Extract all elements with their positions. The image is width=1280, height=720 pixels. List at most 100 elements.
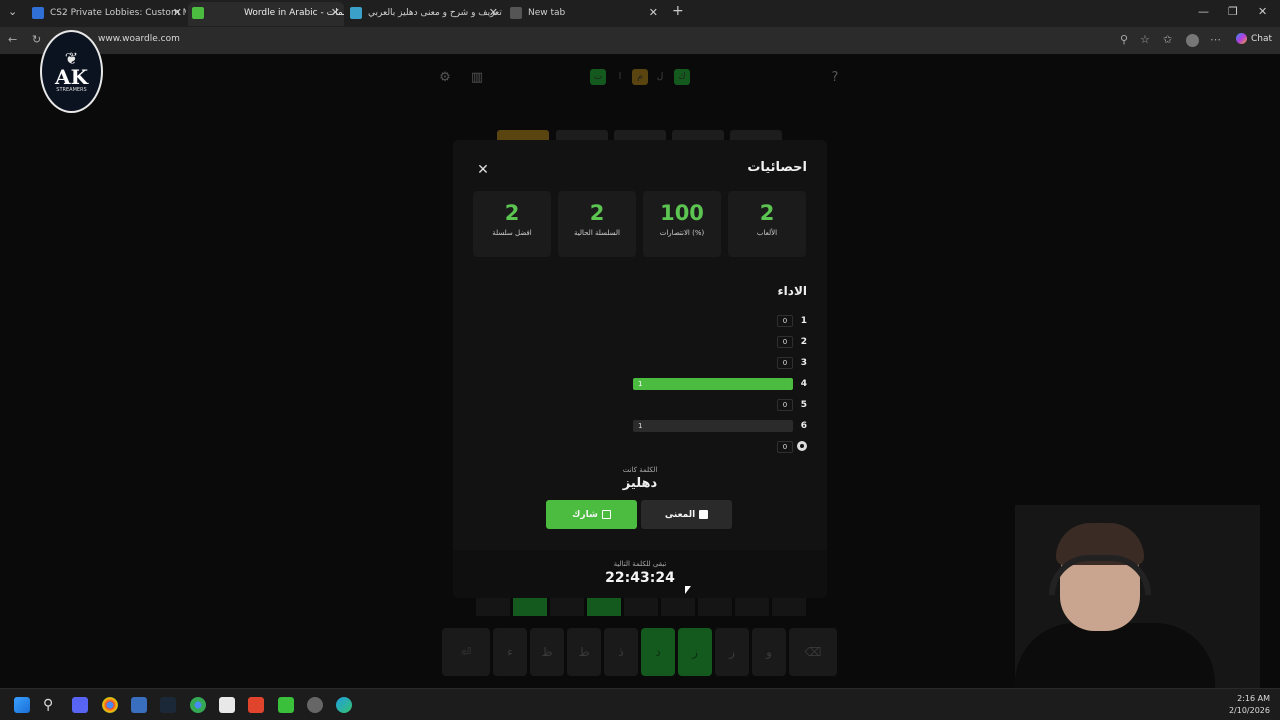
copilot-icon (1235, 33, 1247, 44)
distribution-bar: 1 (633, 420, 793, 432)
keyboard-key[interactable]: ر (715, 628, 749, 676)
chrome-profile-icon[interactable] (190, 697, 206, 713)
logo-tile: ا (618, 72, 622, 82)
keyboard-key[interactable]: و (752, 628, 786, 676)
back-icon[interactable]: ← (8, 33, 17, 46)
eye-icon (797, 441, 807, 451)
url-field[interactable]: www.woardle.com (98, 34, 180, 44)
restore-icon[interactable]: ❐ (1228, 5, 1238, 18)
stat-games: 2 الألعاب (728, 191, 806, 257)
search-icon[interactable]: ⚲ (43, 697, 59, 713)
next-word-label: تبقى للكلمة التالية (613, 560, 667, 568)
browser-tab-strip: ⌄ CS2 Private Lobbies: Custom Mat ✕ Word… (0, 0, 1280, 27)
close-icon[interactable]: ✕ (331, 2, 340, 24)
tab-title: CS2 Private Lobbies: Custom Mat (50, 8, 186, 18)
new-tab-favicon-icon (510, 7, 522, 19)
tab-meaning[interactable]: تعريف و شرح و معنى دهليز بالعربي ✕ (346, 2, 502, 26)
brave-icon[interactable] (248, 697, 264, 713)
distribution-row: 41 (627, 377, 807, 391)
reload-icon[interactable]: ↻ (32, 33, 41, 46)
tab-cs2[interactable]: CS2 Private Lobbies: Custom Mat ✕ (28, 2, 186, 26)
distribution-bar: 0 (777, 399, 793, 411)
keyboard-key[interactable]: ذ (604, 628, 638, 676)
discord-icon[interactable] (72, 697, 88, 713)
more-icon[interactable]: ⋯ (1210, 33, 1221, 46)
browser-favicon-icon (32, 7, 44, 19)
site-favicon-icon (350, 7, 362, 19)
close-icon[interactable]: ✕ (649, 2, 658, 24)
distribution-track: 0 (633, 315, 793, 327)
guess-number: 5 (800, 400, 807, 410)
keyboard-key[interactable]: ⏎ (442, 628, 490, 676)
minimize-icon[interactable]: — (1198, 5, 1209, 18)
app-icon[interactable] (307, 697, 323, 713)
logo-text: AK (55, 64, 88, 89)
play-icon[interactable] (278, 697, 294, 713)
windows-start-icon[interactable] (14, 697, 30, 713)
keyboard-key[interactable]: ⌫ (789, 628, 837, 676)
settings-gear-icon[interactable]: ⚙ (437, 70, 453, 86)
streamer-body (1015, 623, 1215, 693)
stats-chart-icon[interactable]: ▥ (469, 70, 485, 86)
help-icon[interactable]: ? (827, 70, 843, 86)
close-window-icon[interactable]: ✕ (1258, 5, 1267, 18)
distribution-bar: 0 (777, 357, 793, 369)
guess-number: 4 (800, 379, 807, 389)
guess-number: 3 (800, 358, 807, 368)
distribution-bar: 0 (777, 315, 793, 327)
wordle-favicon-icon (192, 7, 204, 19)
clock-date: 2/10/2026 (1228, 706, 1270, 715)
distribution-row: 20 (627, 335, 807, 349)
keyboard-key[interactable]: ط (567, 628, 601, 676)
keyboard-key[interactable]: ظ (530, 628, 564, 676)
tab-wordle[interactable]: Wordle in Arabic - كلمات ✕ (188, 2, 344, 26)
steam-icon[interactable] (160, 697, 176, 713)
system-clock[interactable]: 2:16 AM 2/10/2026 (1229, 693, 1270, 717)
share-button[interactable]: شارك (546, 500, 637, 529)
stat-label: افضل سلسلة (492, 229, 532, 237)
stat-wins: 100 الانتصارات (%) (643, 191, 721, 257)
keyboard-key[interactable]: د (641, 628, 675, 676)
keyboard-key[interactable]: ز (678, 628, 712, 676)
favorites-icon[interactable]: ✩ (1163, 33, 1172, 46)
edge-icon[interactable] (336, 697, 352, 713)
stat-label: الانتصارات (%) (659, 229, 705, 237)
stat-label: السلسلة الحالية (574, 229, 620, 237)
stat-current-streak: 2 السلسلة الحالية (558, 191, 636, 257)
close-icon[interactable]: ✕ (489, 2, 498, 24)
book-icon (699, 510, 709, 519)
meaning-button[interactable]: المعنى (641, 500, 732, 529)
zoom-icon[interactable]: ⚲ (1120, 33, 1128, 46)
distribution-row: 61 (627, 419, 807, 433)
app-icon[interactable] (131, 697, 147, 713)
copilot-chat-button[interactable]: Chat (1235, 33, 1272, 44)
screen: ⌄ CS2 Private Lobbies: Custom Mat ✕ Word… (0, 0, 1280, 720)
profile-avatar[interactable] (1186, 34, 1199, 47)
distribution-bar: 0 (777, 336, 793, 348)
close-button[interactable]: ✕ (475, 162, 491, 178)
distribution-row: 0 (627, 440, 807, 454)
notepad-icon[interactable] (219, 697, 235, 713)
meaning-label: المعنى (664, 509, 696, 520)
chat-label: Chat (1250, 34, 1272, 44)
logo-tile: ت (590, 69, 606, 85)
logo-tile: ل (656, 72, 664, 82)
word-label: الكلمة كانت (622, 466, 658, 474)
keyboard-key[interactable]: ء (493, 628, 527, 676)
favorite-star-icon[interactable]: ☆ (1140, 33, 1150, 46)
close-icon[interactable]: ✕ (173, 2, 182, 24)
new-tab-button[interactable]: + (672, 3, 684, 19)
chrome-icon[interactable] (102, 697, 118, 713)
stat-best-streak: 2 افضل سلسلة (473, 191, 551, 257)
address-bar: ← ↻ www.woardle.com ⚲ ☆ ✩ ⋯ Chat (0, 27, 1280, 54)
copy-icon (601, 510, 611, 519)
solution-word: دهليز (622, 476, 658, 491)
distribution-track: 0 (633, 441, 793, 453)
countdown-timer: 22:43:24 (605, 570, 675, 586)
distribution-track: 0 (633, 399, 793, 411)
tab-list-icon[interactable]: ⌄ (8, 5, 17, 18)
performance-title: الاداء (777, 284, 807, 298)
logo-subtext: STREAMERS (56, 86, 87, 93)
tab-new[interactable]: New tab ✕ (506, 2, 662, 26)
distribution-track: 0 (633, 336, 793, 348)
